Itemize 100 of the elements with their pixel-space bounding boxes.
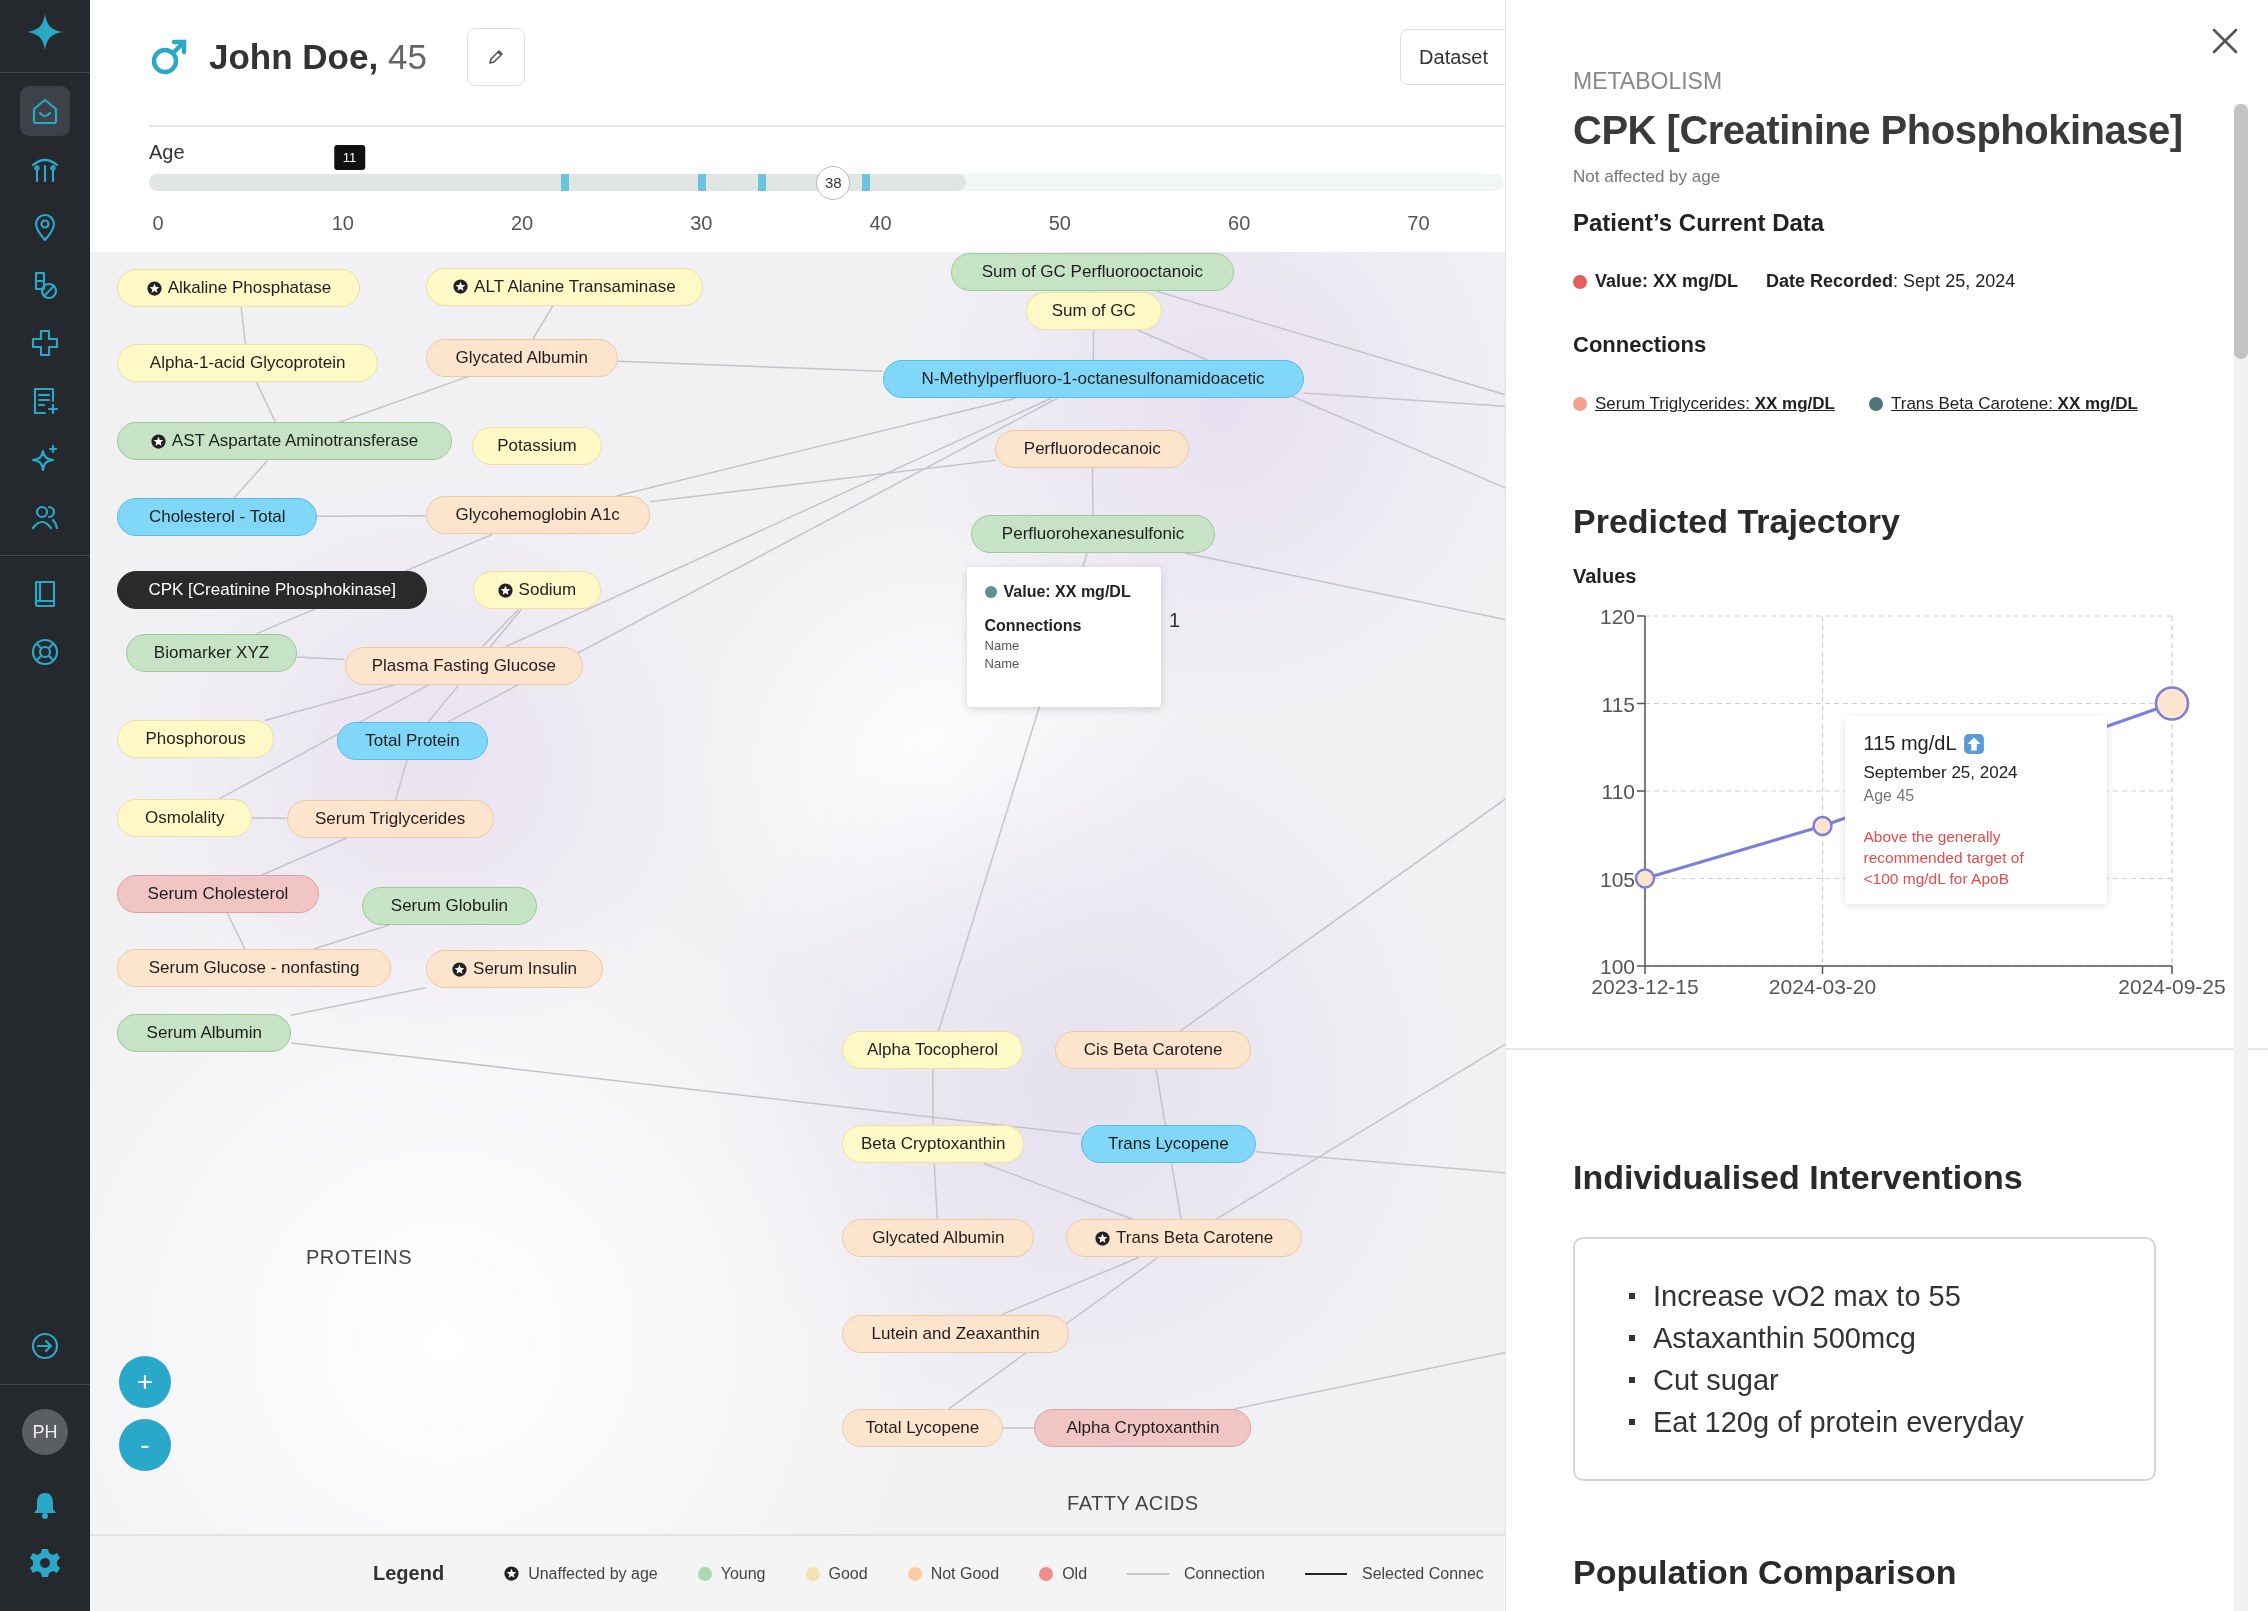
male-icon	[149, 37, 189, 77]
graph-node[interactable]: Alpha Tocopherol	[842, 1031, 1023, 1070]
y-tick-label: 105	[1599, 867, 1635, 891]
graph-node[interactable]: Alpha Cryptoxanthin	[1034, 1408, 1252, 1447]
section-heading: Connections	[1573, 332, 1708, 358]
gear-icon	[29, 1547, 61, 1579]
star-icon	[1095, 1230, 1111, 1246]
age-tick: 10	[331, 211, 354, 235]
graph-node[interactable]: Cis Beta Carotene	[1054, 1031, 1252, 1070]
graph-node[interactable]: CPK [Creatinine Phosphokinase]	[117, 571, 427, 610]
graph-node[interactable]: Serum Albumin	[117, 1014, 292, 1053]
graph-node[interactable]: Serum Glucose - nonfasting	[117, 948, 391, 987]
intervention-item: Eat 120g of protein everyday	[1653, 1404, 2024, 1440]
connection-line	[1155, 1068, 1166, 1127]
age-tick: 50	[1048, 211, 1071, 235]
connection-line	[226, 912, 246, 950]
section-heading: Individualised Interventions	[1573, 1157, 2024, 1197]
graph-node[interactable]: Perfluorohexanesulfonic	[970, 515, 1216, 554]
section-heading: Population Comparison	[1573, 1552, 1958, 1592]
age-tick: 40	[869, 211, 892, 235]
legend-label: Good	[828, 1564, 868, 1583]
bullet-icon	[1629, 1292, 1635, 1299]
graph-node[interactable]: Glycated Albumin	[425, 338, 618, 377]
graph-node[interactable]: N-Methylperfluoro-1-octanesulfonamidoacetic	[882, 360, 1304, 399]
data-point[interactable]	[2154, 686, 2190, 721]
graph-node[interactable]: Plasma Fasting Glucose	[344, 646, 584, 685]
legend-label: Selected Connec	[1362, 1564, 1484, 1583]
current-value: Value: XX mg/DL	[1595, 271, 1739, 292]
graph-node[interactable]: Alkaline Phosphatase	[117, 269, 361, 308]
slider-thumb[interactable]: 38	[816, 165, 851, 200]
tooltip-value: 115 mg/dL	[1863, 732, 1957, 755]
category-label: METABOLISM	[1573, 68, 1724, 95]
x-tick-label: 2024-09-25	[2118, 975, 2226, 998]
graph-node[interactable]: Total Protein	[337, 721, 488, 760]
star-icon	[452, 961, 468, 977]
graph-node[interactable]: Osmolality	[117, 798, 252, 837]
graph-node[interactable]: Serum Insulin	[425, 950, 604, 989]
graph-node[interactable]: AST Aspartate Aminotransferase	[117, 422, 452, 461]
scrollbar[interactable]	[2234, 104, 2248, 1611]
home-nav-button[interactable]	[20, 86, 70, 136]
intervention-item: Astaxanthin 500mcg	[1653, 1320, 1916, 1356]
scrollbar-thumb[interactable]	[2234, 104, 2248, 359]
graph-node[interactable]: Glycated Albumin	[842, 1219, 1035, 1258]
connection-line	[1001, 1427, 1036, 1429]
legend-label: Unaffected by age	[528, 1564, 658, 1583]
connection-line	[1170, 1162, 1182, 1221]
intervention-item: Cut sugar	[1653, 1362, 1779, 1398]
tooltip-date: September 25, 2024	[1863, 763, 2019, 783]
legend-label: Old	[1062, 1564, 1088, 1583]
age-tick: 70	[1407, 211, 1430, 235]
tooltip-age: Age 45	[1863, 787, 1916, 805]
y-tick-label: 110	[1601, 780, 1635, 803]
connection-line	[240, 306, 247, 346]
star-icon	[453, 279, 469, 295]
graph-node[interactable]: Potassium	[471, 426, 602, 465]
graph-node[interactable]: Trans Beta Carotene	[1066, 1219, 1303, 1258]
graph-node[interactable]: Serum Cholesterol	[117, 875, 319, 914]
graph-node[interactable]: Alpha-1-acid Glycoprotein	[117, 344, 378, 383]
connection-line	[532, 304, 554, 340]
star-icon	[497, 582, 513, 598]
graph-node[interactable]: Serum Globulin	[361, 886, 537, 925]
graph-node[interactable]: Sodium	[473, 571, 601, 610]
graph-node[interactable]: Cholesterol - Total	[117, 497, 318, 536]
section-heading: Patient’s Current Data	[1573, 209, 1826, 237]
date-recorded: Date Recorded: Sept 25, 2024	[1766, 271, 2016, 292]
tooltip-item: Name	[984, 638, 1021, 654]
chart-label: Values	[1573, 565, 1638, 588]
data-point[interactable]	[1634, 868, 1656, 889]
legend-label: Not Good	[930, 1564, 1000, 1583]
connection-link[interactable]: Serum Triglycerides: XX mg/DL	[1595, 394, 1835, 414]
graph-node[interactable]: Glycohemoglobin A1c	[425, 496, 650, 535]
star-icon	[504, 1566, 520, 1581]
graph-node[interactable]: Sum of GC Perfluorooctanoic	[950, 253, 1235, 292]
panel-title: CPK [Creatinine Phosphokinase]	[1573, 107, 2184, 154]
medical-cross-icon	[29, 327, 61, 359]
graph-node[interactable]: ALT Alanine Transaminase	[425, 267, 704, 306]
panel-subtitle: Not affected by age	[1573, 167, 1722, 187]
x-tick-label: 2023-12-15	[1591, 975, 1699, 998]
data-point[interactable]	[1812, 815, 1833, 837]
graph-node[interactable]: Total Lycopene	[842, 1408, 1003, 1447]
graph-node[interactable]: Phosphorous	[117, 720, 274, 759]
user-avatar[interactable]: PH	[22, 1409, 68, 1455]
graph-node[interactable]: Perfluorodecanoic	[995, 429, 1190, 468]
connection-link[interactable]: Trans Beta Carotene: XX mg/DL	[1890, 394, 2138, 414]
graph-node[interactable]: Biomarker XYZ	[126, 633, 297, 672]
dataset-button[interactable]: Dataset	[1400, 29, 1505, 85]
bullet-icon	[1629, 1418, 1635, 1425]
graph-node[interactable]: Serum Triglycerides	[286, 800, 494, 838]
arrow-circle-icon	[29, 1330, 61, 1362]
section-heading: Predicted Trajectory	[1573, 502, 1901, 541]
graph-node[interactable]: Sum of GC	[1025, 292, 1162, 331]
age-label: Age	[149, 140, 185, 163]
graph-node[interactable]: Trans Lycopene	[1080, 1125, 1256, 1164]
patient-name: John Doe, 45	[209, 37, 427, 77]
intervention-item: Increase vO2 max to 55	[1653, 1278, 1961, 1314]
cluster-label: FATTY ACIDS	[1067, 1491, 1199, 1515]
connection-line	[255, 381, 277, 424]
graph-node[interactable]: Lutein and Zeaxanthin	[842, 1314, 1070, 1353]
graph-node[interactable]: Beta Cryptoxanthin	[842, 1125, 1025, 1164]
connection-line	[296, 656, 346, 661]
